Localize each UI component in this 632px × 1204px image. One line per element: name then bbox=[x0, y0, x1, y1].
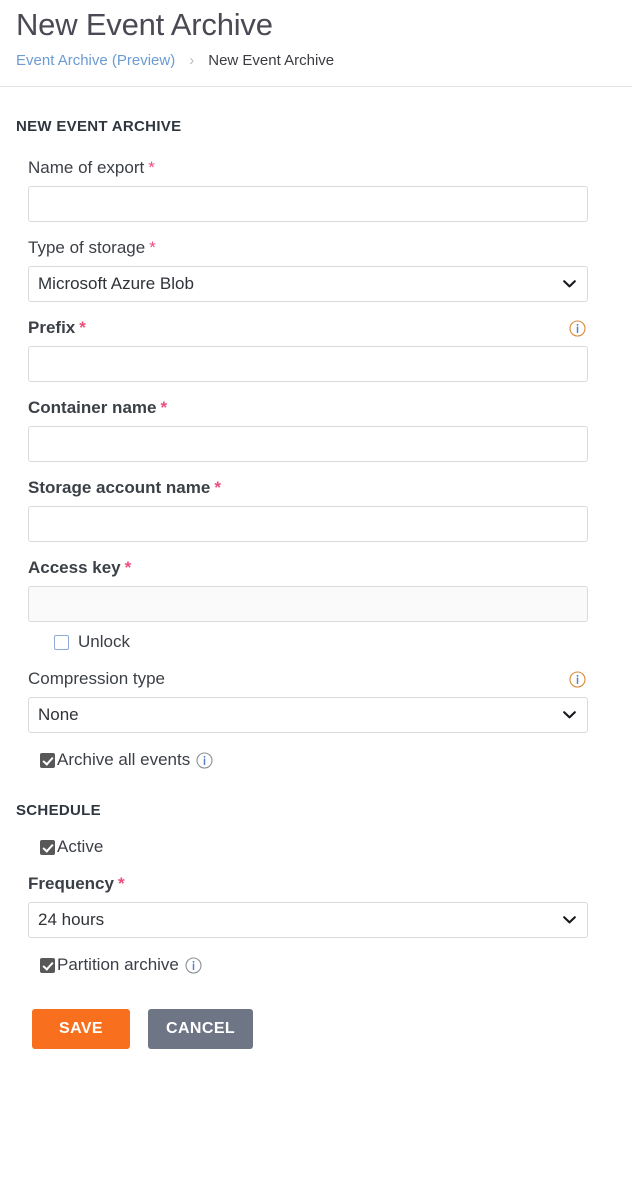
label-storage-account-name: Storage account name * bbox=[28, 476, 221, 500]
label-frequency: Frequency * bbox=[28, 872, 125, 896]
breadcrumb: Event Archive (Preview) › New Event Arch… bbox=[16, 50, 616, 86]
select-wrap-compression-type: None bbox=[28, 697, 588, 733]
field-label-row: Type of storage * bbox=[28, 236, 616, 260]
section-title-schedule: SCHEDULE bbox=[16, 802, 101, 819]
breadcrumb-current: New Event Archive bbox=[208, 52, 335, 69]
form-body: NEW EVENT ARCHIVE Name of export * Type o… bbox=[0, 87, 632, 1049]
info-circle-icon[interactable] bbox=[569, 670, 586, 688]
field-name-of-export: Name of export * bbox=[16, 142, 616, 222]
label-text: Prefix bbox=[28, 318, 76, 337]
field-prefix: Prefix * bbox=[16, 302, 616, 382]
breadcrumb-link-event-archive[interactable]: Event Archive (Preview) bbox=[16, 50, 175, 72]
info-circle-icon[interactable] bbox=[196, 751, 213, 769]
chevron-right-icon: › bbox=[189, 52, 195, 69]
label-container-name: Container name * bbox=[28, 396, 167, 420]
info-circle-icon[interactable] bbox=[569, 319, 586, 337]
field-container-name: Container name * bbox=[16, 382, 616, 462]
field-label-row: Name of export * bbox=[28, 156, 616, 180]
active-checkbox-row[interactable]: Active bbox=[16, 826, 616, 858]
page-title: New Event Archive bbox=[16, 7, 273, 42]
field-access-key: Access key * Unlock bbox=[16, 542, 616, 653]
label-type-of-storage: Type of storage * bbox=[28, 236, 156, 260]
label-name-of-export: Name of export * bbox=[28, 156, 155, 180]
label-archive-all-events: Archive all events bbox=[57, 750, 191, 769]
label-unlock: Unlock bbox=[78, 632, 130, 651]
label-text: Access key bbox=[28, 558, 121, 577]
field-frequency: Frequency * 24 hours bbox=[16, 858, 616, 938]
action-button-row: SAVE CANCEL bbox=[16, 976, 616, 1049]
label-compression-type: Compression type bbox=[28, 669, 166, 688]
required-asterisk: * bbox=[148, 158, 155, 177]
cancel-button[interactable]: CANCEL bbox=[148, 1009, 254, 1049]
field-compression-type: Compression type None bbox=[16, 653, 616, 733]
save-button[interactable]: SAVE bbox=[32, 1009, 130, 1049]
field-storage-account-name: Storage account name * bbox=[16, 462, 616, 542]
field-label-row: Prefix * bbox=[28, 316, 616, 340]
label-prefix: Prefix * bbox=[28, 316, 86, 340]
label-partition-archive: Partition archive bbox=[57, 955, 179, 974]
required-asterisk: * bbox=[214, 478, 221, 497]
field-label-row: Compression type bbox=[28, 667, 616, 691]
field-type-of-storage: Type of storage * Microsoft Azure Blob bbox=[16, 222, 616, 302]
archive-all-events-row[interactable]: Archive all events bbox=[16, 733, 616, 771]
required-asterisk: * bbox=[117, 874, 125, 893]
page-header: New Event Archive Event Archive (Preview… bbox=[0, 0, 632, 86]
input-prefix[interactable] bbox=[28, 346, 588, 382]
partition-archive-row[interactable]: Partition archive bbox=[16, 938, 616, 976]
label-text: Storage account name bbox=[28, 478, 211, 497]
field-label-row: Frequency * bbox=[28, 872, 616, 896]
label-text: Frequency bbox=[28, 874, 114, 893]
select-wrap-frequency: 24 hours bbox=[28, 902, 588, 938]
checkbox-active[interactable] bbox=[40, 839, 55, 855]
input-access-key[interactable] bbox=[28, 586, 588, 622]
label-active: Active bbox=[57, 837, 104, 856]
label-text: Name of export bbox=[28, 158, 145, 177]
select-type-of-storage[interactable]: Microsoft Azure Blob bbox=[28, 266, 588, 302]
input-name-of-export[interactable] bbox=[28, 186, 588, 222]
select-wrap-type-of-storage: Microsoft Azure Blob bbox=[28, 266, 588, 302]
field-label-row: Storage account name * bbox=[28, 476, 616, 500]
checkbox-archive-all-events[interactable] bbox=[40, 752, 55, 768]
checkbox-partition-archive[interactable] bbox=[40, 957, 55, 973]
select-compression-type[interactable]: None bbox=[28, 697, 588, 733]
required-asterisk: * bbox=[160, 398, 168, 417]
checkbox-unlock[interactable] bbox=[54, 634, 69, 650]
required-asterisk: * bbox=[79, 318, 86, 337]
label-access-key: Access key * bbox=[28, 556, 131, 580]
required-asterisk: * bbox=[149, 238, 156, 257]
select-frequency[interactable]: 24 hours bbox=[28, 902, 588, 938]
label-text: Container name bbox=[28, 398, 157, 417]
input-storage-account-name[interactable] bbox=[28, 506, 588, 542]
field-label-row: Container name * bbox=[28, 396, 616, 420]
field-label-row: Access key * bbox=[28, 556, 616, 580]
label-text: Type of storage bbox=[28, 238, 146, 257]
input-container-name[interactable] bbox=[28, 426, 588, 462]
section-title-new-event-archive: NEW EVENT ARCHIVE bbox=[16, 118, 182, 135]
required-asterisk: * bbox=[124, 558, 132, 577]
info-circle-icon[interactable] bbox=[185, 956, 202, 974]
unlock-checkbox-row[interactable]: Unlock bbox=[28, 622, 616, 653]
